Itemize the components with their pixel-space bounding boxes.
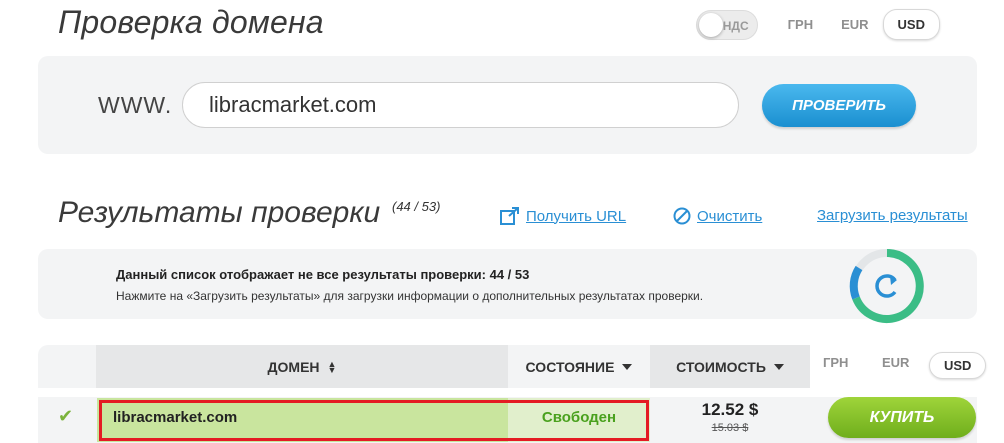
row-price: 12.52 $ (701, 400, 759, 419)
progress-spinner-icon (849, 249, 924, 323)
page-title: Проверка домена (58, 4, 324, 40)
currency-uah[interactable]: ГРН (774, 10, 827, 39)
row-old-price: 15.03 $ (711, 422, 749, 434)
notice-heading: Данный список отображает не все результа… (116, 267, 530, 282)
clear-link[interactable]: Очистить (673, 207, 762, 225)
results-title: Результаты проверки (58, 196, 381, 229)
notice-text: Нажмите на «Загрузить результаты» для за… (116, 289, 704, 303)
load-results-link[interactable]: Загрузить результаты (817, 207, 968, 224)
top-currency-controls: НДС ГРН EUR USD (695, 9, 940, 40)
vat-toggle-knob[interactable] (698, 12, 723, 37)
search-panel: WWW. ПРОВЕРИТЬ (38, 56, 977, 154)
state-header-label: СОСТОЯНИЕ (525, 358, 615, 375)
check-button[interactable]: ПРОВЕРИТЬ (762, 84, 916, 127)
get-url-link[interactable]: Получить URL (500, 207, 626, 225)
caret-down-icon (622, 363, 633, 370)
domain-header-label: ДОМЕН (267, 358, 320, 375)
currency-usd[interactable]: USD (882, 9, 940, 40)
results-count: (44 / 53) (392, 199, 441, 214)
table-header-state[interactable]: СОСТОЯНИЕ (508, 345, 650, 388)
notice-panel: Данный список отображает не все результа… (38, 249, 977, 323)
domain-search-input[interactable] (182, 82, 739, 128)
currency-eur[interactable]: EUR (827, 10, 882, 39)
clear-icon (673, 207, 691, 225)
table-currency-usd[interactable]: USD (929, 352, 987, 379)
table-header-domain[interactable]: ДОМЕН ▲ ▼ (96, 345, 508, 388)
table-header-cost[interactable]: СТОИМОСТЬ (650, 345, 810, 388)
cost-header-label: СТОИМОСТЬ (676, 358, 766, 375)
external-link-icon (500, 207, 519, 225)
buy-button[interactable]: КУПИТЬ (828, 397, 976, 438)
table-header-select (38, 345, 96, 388)
load-results-label: Загрузить результаты (817, 207, 968, 224)
get-url-label: Получить URL (526, 207, 627, 225)
table-currency-eur[interactable]: EUR (882, 355, 909, 370)
vat-toggle[interactable]: НДС (695, 9, 758, 40)
checkmark-icon[interactable]: ✔ (58, 406, 73, 427)
vat-label: НДС (722, 18, 749, 33)
www-prefix: WWW. (98, 92, 173, 118)
highlight-annotation-box (99, 400, 649, 441)
clear-label: Очистить (697, 207, 763, 225)
table-currency-uah[interactable]: ГРН (823, 355, 848, 370)
sort-icon: ▲ ▼ (327, 358, 337, 375)
caret-down-icon (773, 363, 784, 370)
